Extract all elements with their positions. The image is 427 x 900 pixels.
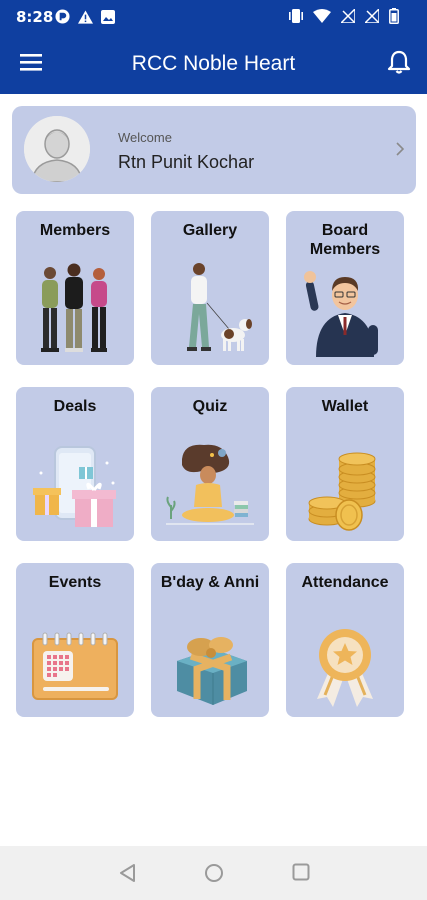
home-icon[interactable] bbox=[204, 863, 224, 888]
coin-stacks-illustration bbox=[286, 433, 404, 533]
gift-box-illustration bbox=[151, 609, 269, 709]
tile-label: Wallet bbox=[321, 398, 369, 415]
bell-icon[interactable] bbox=[387, 50, 411, 76]
tile-deals[interactable]: Deals bbox=[16, 387, 134, 541]
tile-label: B'day & Anni bbox=[160, 574, 260, 591]
tile-label: Events bbox=[48, 574, 102, 591]
tile-label: Members bbox=[39, 222, 111, 239]
battery-icon bbox=[389, 8, 399, 29]
avatar bbox=[24, 116, 90, 182]
image-icon bbox=[101, 9, 115, 29]
thinking-person-illustration bbox=[151, 433, 269, 533]
chevron-right-icon bbox=[396, 142, 405, 161]
app-notification-icon bbox=[55, 9, 70, 29]
tile-quiz[interactable]: Quiz bbox=[151, 387, 269, 541]
signal-off-icon bbox=[363, 7, 380, 28]
tile-label: Gallery bbox=[182, 222, 238, 239]
tile-label: Deals bbox=[53, 398, 97, 415]
tile-gallery[interactable]: Gallery bbox=[151, 211, 269, 365]
app-title: RCC Noble Heart bbox=[131, 52, 296, 75]
app-bar: RCC Noble Heart bbox=[0, 34, 427, 94]
tile-board-members[interactable]: Board Members bbox=[286, 211, 404, 365]
status-time: 8:28 bbox=[16, 8, 54, 26]
tile-wallet[interactable]: Wallet bbox=[286, 387, 404, 541]
back-icon[interactable] bbox=[118, 863, 136, 888]
status-bar: 8:28 bbox=[0, 0, 427, 34]
system-nav-bar bbox=[0, 846, 427, 900]
tile-label: Board Members bbox=[309, 222, 381, 258]
recents-icon[interactable] bbox=[292, 863, 310, 886]
tile-label: Quiz bbox=[192, 398, 228, 415]
businessman-waving-illustration bbox=[286, 257, 404, 357]
man-with-dog-illustration bbox=[151, 257, 269, 357]
calendar-illustration bbox=[16, 609, 134, 709]
tile-label: Attendance bbox=[301, 574, 389, 591]
tile-events[interactable]: Events bbox=[16, 563, 134, 717]
members-group-illustration bbox=[16, 257, 134, 357]
profile-card[interactable]: Welcome Rtn Punit Kochar bbox=[12, 106, 416, 194]
signal-off-icon bbox=[339, 7, 356, 28]
wifi-icon bbox=[313, 9, 331, 28]
phone-gift-boxes-illustration bbox=[16, 433, 134, 533]
tile-members[interactable]: Members bbox=[16, 211, 134, 365]
tile-bday-anni[interactable]: B'day & Anni bbox=[151, 563, 269, 717]
user-name: Rtn Punit Kochar bbox=[118, 152, 255, 172]
award-badge-illustration bbox=[286, 609, 404, 709]
vibrate-icon bbox=[289, 8, 303, 29]
tile-attendance[interactable]: Attendance bbox=[286, 563, 404, 717]
welcome-label: Welcome bbox=[118, 130, 172, 145]
warning-icon bbox=[78, 9, 93, 29]
